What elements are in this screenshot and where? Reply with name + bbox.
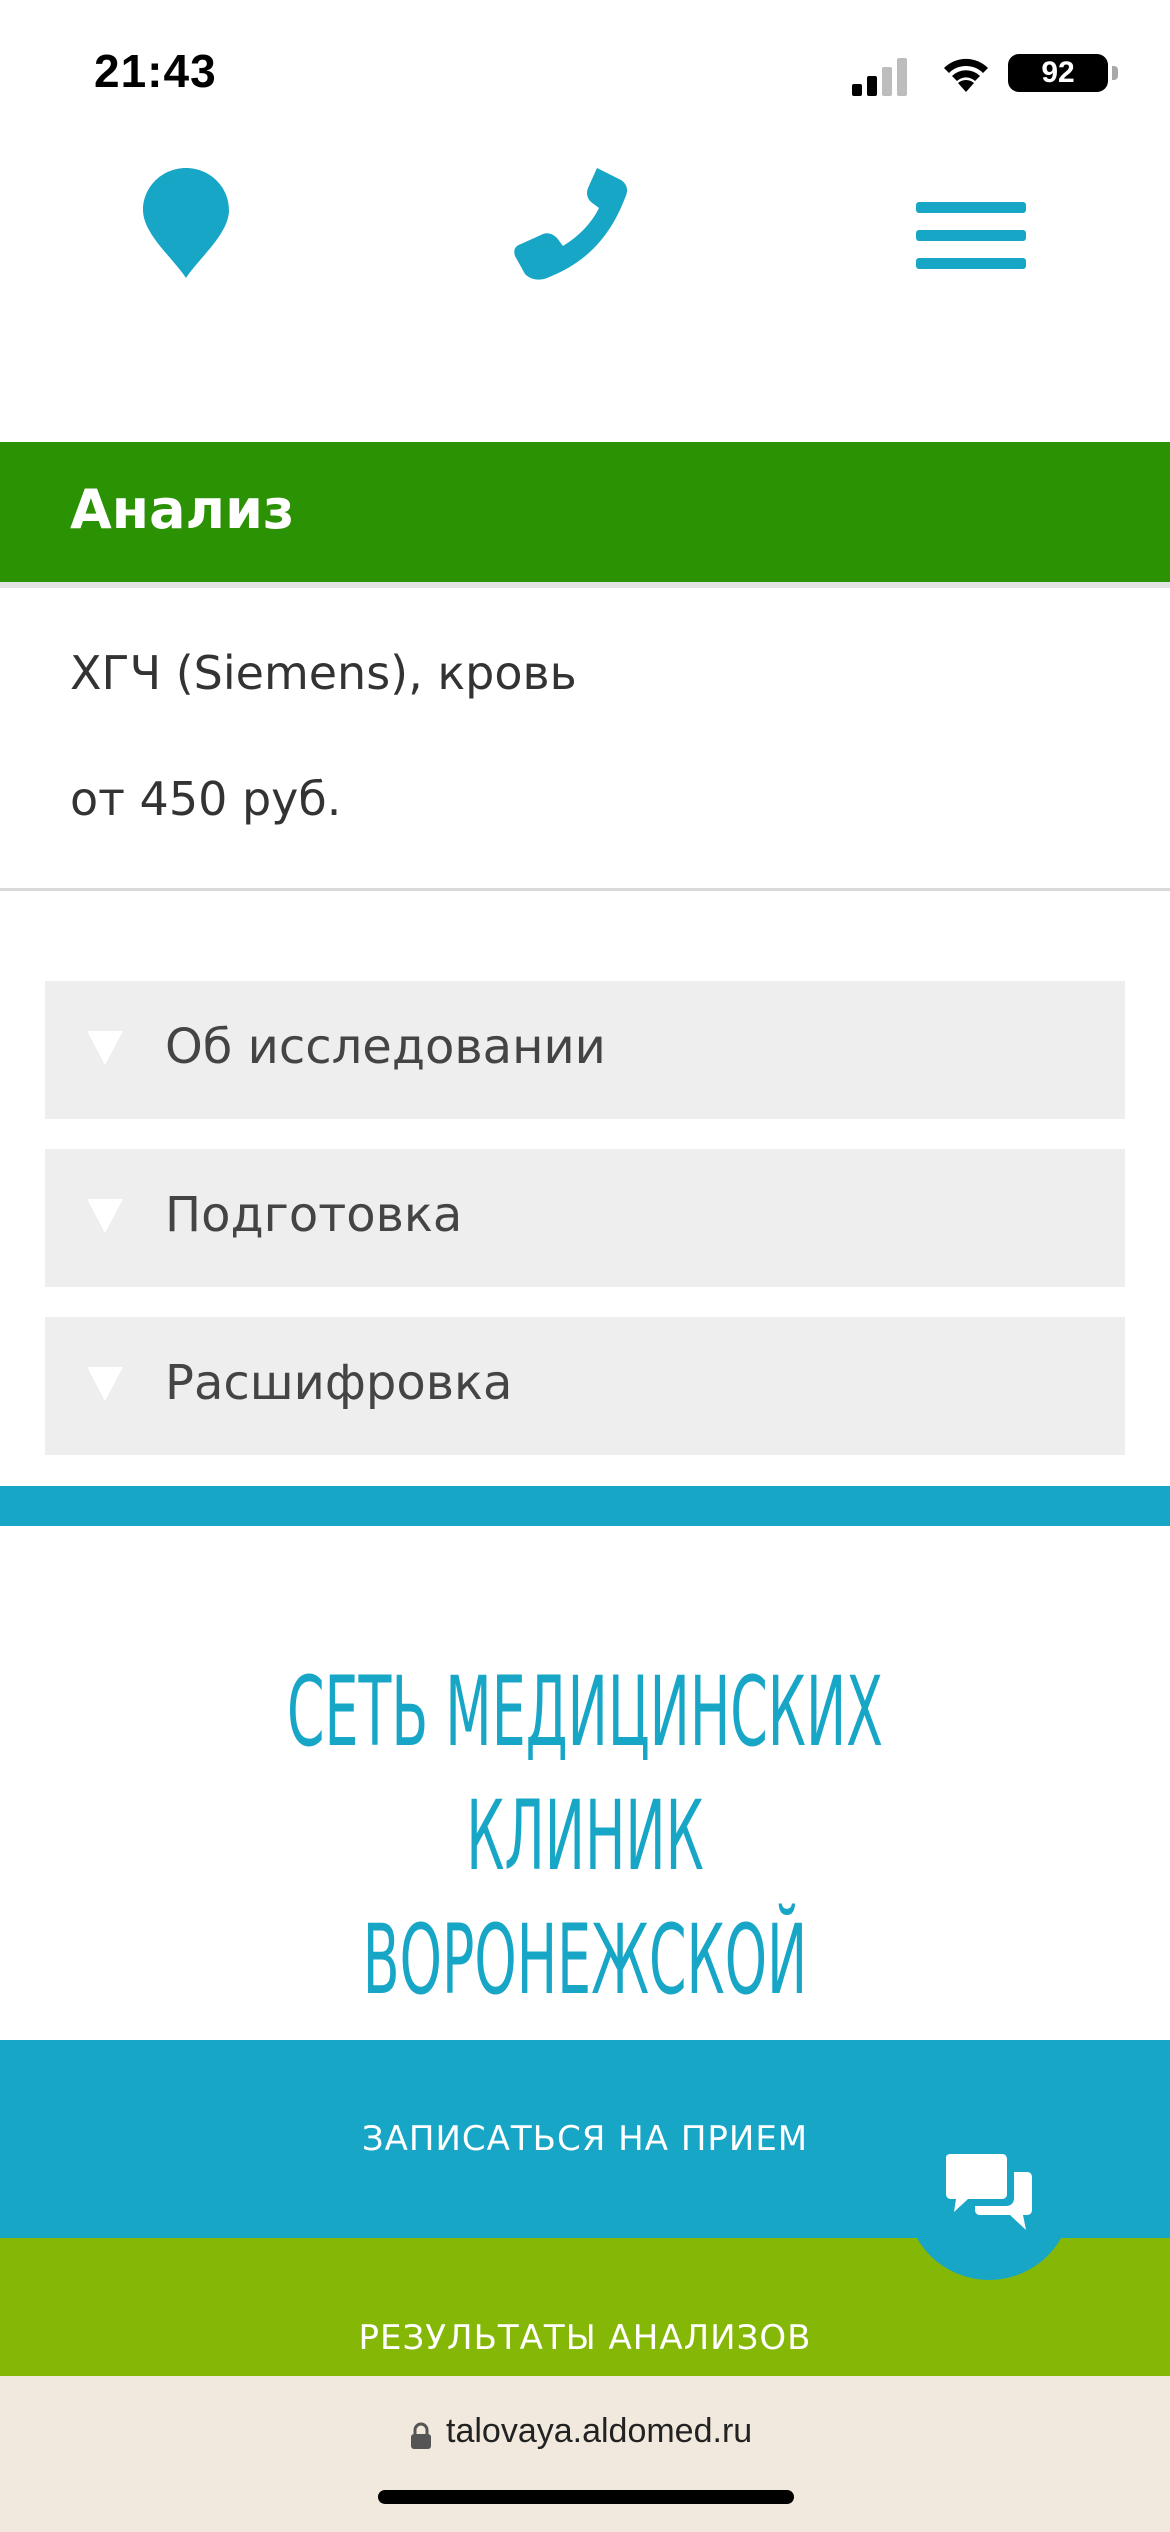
header-divider — [0, 582, 1170, 588]
section-divider — [0, 888, 1170, 891]
status-icons: 92 — [818, 52, 1118, 96]
accordion-item-preparation[interactable]: Подготовка — [45, 1149, 1125, 1287]
map-pin-icon[interactable] — [143, 168, 229, 280]
hamburger-menu-icon[interactable] — [916, 200, 1026, 272]
accordion-item-about[interactable]: Об исследовании — [45, 981, 1125, 1119]
lock-icon — [411, 2422, 431, 2449]
clinics-title-line-1: СЕТЬ МЕДИЦИНСКИХ КЛИНИК — [286, 1656, 883, 1892]
test-price: от 450 руб. — [70, 772, 342, 826]
battery-level: 92 — [1008, 54, 1108, 92]
triangle-down-icon — [87, 1199, 123, 1233]
chat-icon — [946, 2154, 1032, 2230]
accordion-item-interpretation[interactable]: Расшифровка — [45, 1317, 1125, 1455]
triangle-down-icon — [87, 1031, 123, 1065]
phone-icon[interactable] — [513, 166, 629, 282]
wifi-icon — [944, 58, 988, 92]
blue-separator-band — [0, 1486, 1170, 1526]
analysis-title: Анализ — [70, 478, 295, 541]
accordion-label: Об исследовании — [165, 1019, 606, 1075]
test-name: ХГЧ (Siemens), кровь — [70, 646, 577, 700]
accordion-label: Подготовка — [165, 1187, 463, 1243]
browser-url[interactable]: talovaya.aldomed.ru — [446, 2412, 752, 2451]
cellular-signal-icon — [852, 58, 907, 96]
status-time: 21:43 — [94, 45, 217, 97]
triangle-down-icon — [87, 1367, 123, 1401]
chat-button[interactable] — [906, 2114, 1072, 2280]
browser-url-bar[interactable] — [0, 2376, 1170, 2532]
home-indicator[interactable] — [378, 2490, 794, 2504]
accordion-label: Расшифровка — [165, 1355, 513, 1411]
battery-icon: 92 — [1008, 52, 1118, 94]
